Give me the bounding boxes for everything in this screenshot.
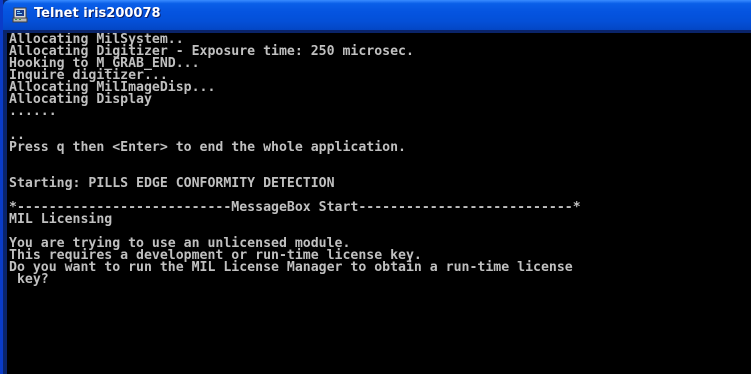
console-line: MIL Licensing [9,212,113,227]
console-line: Press q then <Enter> to end the whole ap… [9,140,406,155]
console-line: ...... [9,104,57,119]
telnet-window: Telnet iris200078 Allocating MilSystem..… [0,0,751,374]
window-title: Telnet iris200078 [34,6,161,21]
telnet-console-icon [12,7,28,23]
title-bar[interactable]: Telnet iris200078 [3,0,751,30]
console-output[interactable]: Allocating MilSystem.. Allocating Digiti… [7,33,751,374]
console-line: Starting: PILLS EDGE CONFORMITY DETECTIO… [9,176,335,191]
console-line: key? [9,272,49,287]
console-line: Do you want to run the MIL License Manag… [9,260,573,275]
